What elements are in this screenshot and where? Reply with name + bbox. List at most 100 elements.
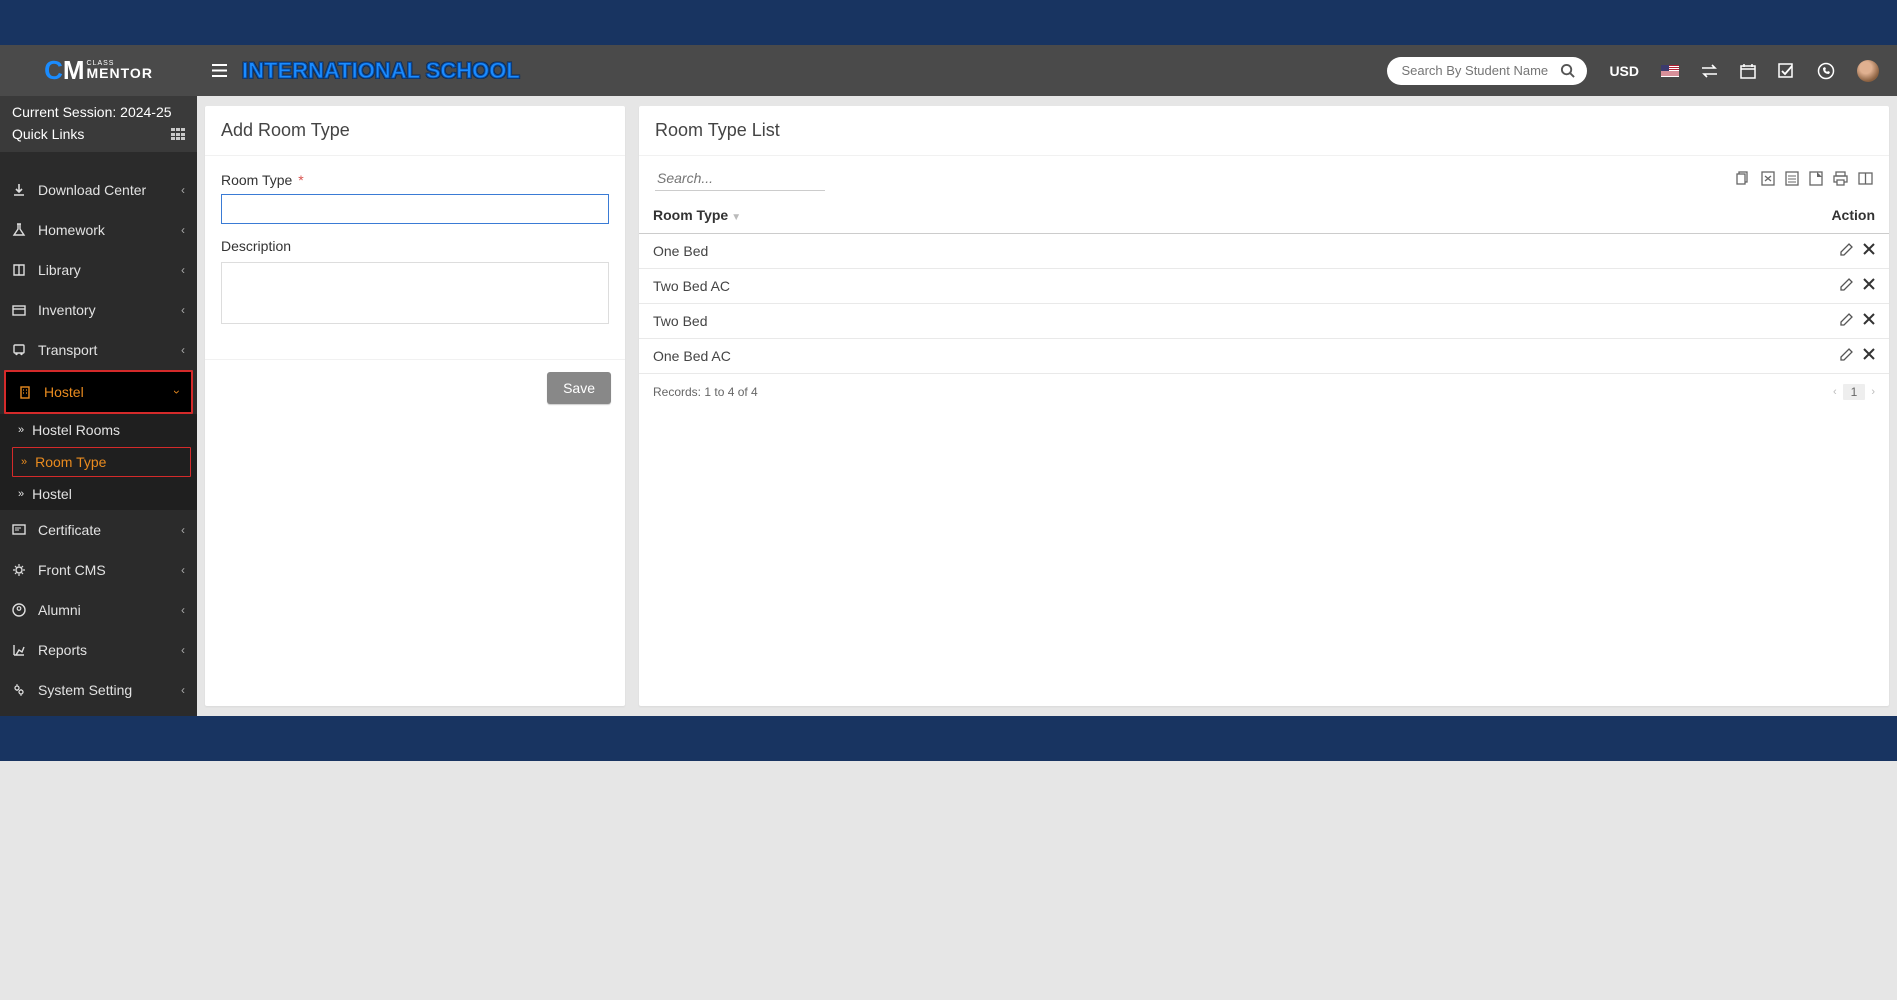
table-row: Two Bed <box>639 304 1889 339</box>
pager: ‹ 1 › <box>1833 384 1875 400</box>
sidebar-item-download-center[interactable]: Download Center ‹ <box>0 170 197 210</box>
delete-icon[interactable] <box>1863 243 1875 256</box>
col-room-type[interactable]: Room Type▼ <box>639 197 1412 234</box>
table-row: One Bed <box>639 234 1889 269</box>
sidebar-item-system-setting[interactable]: System Setting ‹ <box>0 670 197 710</box>
sidebar-item-homework[interactable]: Homework ‹ <box>0 210 197 250</box>
chevron-left-icon: ‹ <box>181 523 185 537</box>
search-input[interactable] <box>1387 57 1587 85</box>
whatsapp-icon[interactable] <box>1817 62 1835 80</box>
menu-toggle-icon[interactable] <box>197 64 242 77</box>
edit-icon[interactable] <box>1840 243 1853 256</box>
description-textarea[interactable] <box>221 262 609 324</box>
excel-icon[interactable] <box>1761 171 1775 186</box>
chevron-left-icon: ‹ <box>181 183 185 197</box>
double-chevron-icon: » <box>18 424 24 436</box>
chevron-left-icon: ‹ <box>181 263 185 277</box>
main-layout: Current Session: 2024-25 Quick Links Dow… <box>0 96 1897 716</box>
grid-icon[interactable] <box>171 128 185 140</box>
sidebar: Current Session: 2024-25 Quick Links Dow… <box>0 96 197 716</box>
edit-icon[interactable] <box>1840 313 1853 326</box>
chevron-left-icon: ‹ <box>181 223 185 237</box>
pager-page[interactable]: 1 <box>1843 384 1866 400</box>
double-chevron-icon: » <box>21 456 27 468</box>
room-type-table: Room Type▼ Action One BedTwo Bed ACTwo B… <box>639 197 1889 374</box>
room-type-input[interactable] <box>221 194 609 224</box>
sidebar-sub-room-type[interactable]: » Room Type <box>12 447 191 477</box>
copy-icon[interactable] <box>1736 171 1751 186</box>
delete-icon[interactable] <box>1863 278 1875 291</box>
panel-title: Room Type List <box>639 106 1889 156</box>
flag-icon[interactable] <box>1661 65 1679 77</box>
sidebar-sub-hostel-rooms[interactable]: » Hostel Rooms <box>0 414 197 446</box>
pdf-icon[interactable] <box>1809 171 1823 186</box>
records-text: Records: 1 to 4 of 4 <box>653 385 758 399</box>
student-search[interactable] <box>1387 57 1587 85</box>
sidebar-item-library[interactable]: Library ‹ <box>0 250 197 290</box>
col-action: Action <box>1412 197 1889 234</box>
sidebar-sub-label: Room Type <box>35 454 106 470</box>
save-button[interactable]: Save <box>547 372 611 404</box>
alumni-icon <box>12 603 26 617</box>
sidebar-sub-label: Hostel Rooms <box>32 422 120 438</box>
edit-icon[interactable] <box>1840 278 1853 291</box>
sidebar-header: Current Session: 2024-25 Quick Links <box>0 96 197 152</box>
print-icon[interactable] <box>1833 171 1848 186</box>
search-icon[interactable] <box>1560 63 1575 78</box>
chevron-left-icon: ‹ <box>181 683 185 697</box>
chevron-left-icon: ‹ <box>181 343 185 357</box>
sidebar-item-label: Alumni <box>38 602 81 618</box>
sidebar-sub-hostel[interactable]: » Hostel <box>0 478 197 510</box>
export-toolbar <box>1736 171 1873 186</box>
edit-icon[interactable] <box>1840 348 1853 361</box>
pager-next[interactable]: › <box>1871 386 1875 398</box>
sidebar-sub-label: Hostel <box>32 486 72 502</box>
action-cell <box>1412 304 1889 339</box>
chevron-down-icon: › <box>170 390 184 394</box>
school-name: INTERNATIONAL SCHOOL <box>242 58 520 84</box>
session-label: Current Session: 2024-25 <box>12 104 185 120</box>
calendar-icon[interactable] <box>1740 63 1756 79</box>
columns-icon[interactable] <box>1858 171 1873 186</box>
sidebar-item-label: Transport <box>38 342 97 358</box>
sidebar-item-certificate[interactable]: Certificate ‹ <box>0 510 197 550</box>
description-label: Description <box>221 238 609 254</box>
book-icon <box>12 263 26 277</box>
currency-label[interactable]: USD <box>1609 63 1639 79</box>
check-icon[interactable] <box>1778 63 1795 78</box>
action-cell <box>1412 269 1889 304</box>
delete-icon[interactable] <box>1863 313 1875 326</box>
sidebar-item-label: Inventory <box>38 302 96 318</box>
sidebar-item-reports[interactable]: Reports ‹ <box>0 630 197 670</box>
top-brand-bar <box>0 0 1897 45</box>
room-type-list-panel: Room Type List Room Type▼ Action <box>639 106 1889 706</box>
room-type-cell: One Bed AC <box>639 339 1412 374</box>
sidebar-item-label: System Setting <box>38 682 132 698</box>
table-row: One Bed AC <box>639 339 1889 374</box>
pager-prev[interactable]: ‹ <box>1833 386 1837 398</box>
sidebar-item-label: Library <box>38 262 81 278</box>
sidebar-item-hostel[interactable]: Hostel › <box>4 370 193 414</box>
quick-links[interactable]: Quick Links <box>12 126 185 142</box>
list-search-input[interactable] <box>655 166 825 191</box>
csv-icon[interactable] <box>1785 171 1799 186</box>
swap-icon[interactable] <box>1701 64 1718 78</box>
sidebar-item-inventory[interactable]: Inventory ‹ <box>0 290 197 330</box>
certificate-icon <box>12 523 26 537</box>
chevron-left-icon: ‹ <box>181 303 185 317</box>
logo[interactable]: CM CLASSMENTOR <box>0 45 197 96</box>
chevron-left-icon: ‹ <box>181 563 185 577</box>
sidebar-item-alumni[interactable]: Alumni ‹ <box>0 590 197 630</box>
avatar[interactable] <box>1857 60 1879 82</box>
delete-icon[interactable] <box>1863 348 1875 361</box>
sidebar-item-front-cms[interactable]: Front CMS ‹ <box>0 550 197 590</box>
flask-icon <box>12 223 26 237</box>
bottom-brand-bar <box>0 716 1897 761</box>
sidebar-item-label: Reports <box>38 642 87 658</box>
hostel-submenu: » Hostel Rooms » Room Type » Hostel <box>0 414 197 510</box>
sidebar-item-transport[interactable]: Transport ‹ <box>0 330 197 370</box>
room-type-cell: One Bed <box>639 234 1412 269</box>
bus-icon <box>12 343 26 357</box>
double-chevron-icon: » <box>18 488 24 500</box>
sidebar-item-label: Homework <box>38 222 105 238</box>
